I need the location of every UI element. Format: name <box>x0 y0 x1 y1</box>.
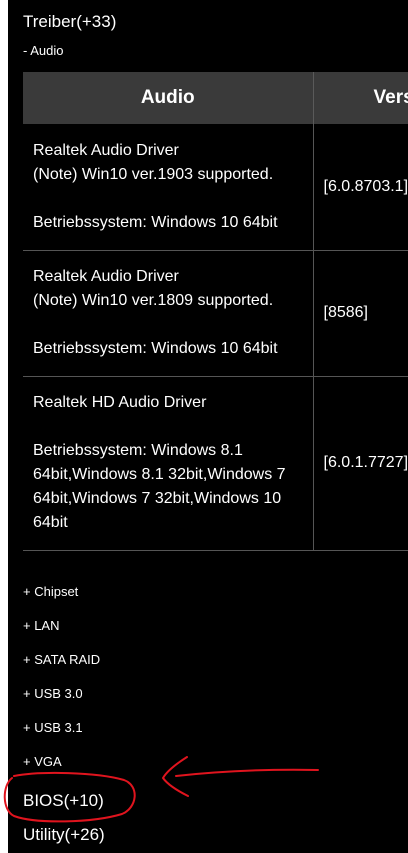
driver-os: Betriebssystem: Windows 10 64bit <box>33 213 278 231</box>
category-sata-raid[interactable]: + SATA RAID <box>23 648 100 682</box>
driver-version: [8586] <box>313 250 408 377</box>
table-header-row: Audio Vers <box>23 72 408 124</box>
driver-description-cell: Realtek Audio Driver (Note) Win10 ver.19… <box>23 124 314 251</box>
category-lan[interactable]: + LAN <box>23 614 100 648</box>
driver-name[interactable]: Realtek Audio Driver <box>33 265 303 289</box>
category-chipset[interactable]: + Chipset <box>23 580 100 614</box>
category-usb-3-0[interactable]: + USB 3.0 <box>23 682 100 716</box>
driver-category-list: + Chipset + LAN + SATA RAID + USB 3.0 + … <box>23 580 100 784</box>
table-row[interactable]: Realtek Audio Driver (Note) Win10 ver.19… <box>23 124 408 251</box>
column-header-audio: Audio <box>23 72 314 124</box>
driver-version: [6.0.8703.1] <box>313 124 408 251</box>
driver-name[interactable]: Realtek Audio Driver <box>33 139 303 163</box>
column-header-version: Vers <box>313 72 408 124</box>
driver-description-cell: Realtek HD Audio Driver Betriebssystem: … <box>23 376 314 551</box>
utility-section-link[interactable]: Utility(+26) <box>23 825 105 845</box>
table-row[interactable]: Realtek HD Audio Driver Betriebssystem: … <box>23 376 408 551</box>
driver-version: [6.0.1.7727] <box>313 376 408 551</box>
driver-os: Betriebssystem: Windows 10 64bit <box>33 340 278 357</box>
table-row[interactable]: Realtek Audio Driver (Note) Win10 ver.18… <box>23 250 408 377</box>
driver-os: Betriebssystem: Windows 8.1 64bit,Window… <box>33 442 286 531</box>
audio-driver-table: Audio Vers Realtek Audio Driver (Note) W… <box>23 72 408 551</box>
treiber-section-link[interactable]: Treiber(+33) <box>23 12 116 32</box>
driver-name[interactable]: Realtek HD Audio Driver <box>33 391 303 415</box>
category-vga[interactable]: + VGA <box>23 750 100 784</box>
bios-section-link[interactable]: BIOS(+10) <box>23 791 104 811</box>
current-category-label: - Audio <box>23 43 64 58</box>
driver-description-cell: Realtek Audio Driver (Note) Win10 ver.18… <box>23 250 314 377</box>
category-usb-3-1[interactable]: + USB 3.1 <box>23 716 100 750</box>
driver-download-page: Treiber(+33) - Audio Audio Vers Realtek … <box>8 0 408 853</box>
driver-note: (Note) Win10 ver.1903 supported. <box>33 165 274 183</box>
driver-note: (Note) Win10 ver.1809 supported. <box>33 292 274 309</box>
